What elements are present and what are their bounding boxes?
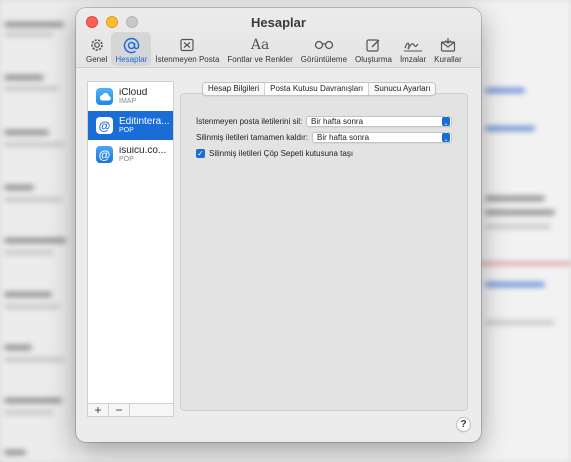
- background-line: [4, 142, 64, 147]
- account-type: IMAP: [119, 98, 137, 106]
- account-item-editintera[interactable]: @ Editintera... POP: [88, 111, 173, 140]
- window-title: Hesaplar: [251, 15, 306, 30]
- deleted-erase-label: Silinmiş iletileri tamamen kaldır:: [196, 133, 309, 142]
- background-line: [4, 250, 54, 255]
- background-line: [4, 304, 60, 309]
- move-to-trash-row: ✓ Silinmiş iletileri Çöp Sepeti kutusuna…: [196, 149, 353, 158]
- compose-icon: [365, 35, 381, 55]
- background-line: [485, 224, 551, 229]
- updown-chevron-icon: ⌃ ⌄: [442, 132, 450, 143]
- account-name: Editintera...: [119, 116, 170, 127]
- toolbar-tab-label: Fontlar ve Renkler: [227, 55, 293, 64]
- background-line: [4, 357, 64, 362]
- help-button[interactable]: ?: [456, 417, 471, 432]
- background-line: [4, 130, 49, 135]
- background-line: [4, 75, 44, 80]
- account-list-buttons: + −: [87, 403, 174, 417]
- account-item-isuicu[interactable]: @ isuicu.co... POP: [88, 140, 173, 169]
- background-line: [4, 185, 34, 190]
- junk-tray-icon: [179, 35, 195, 55]
- toolbar-tab-label: Oluşturma: [355, 55, 392, 64]
- background-line: [485, 126, 535, 131]
- toolbar-tab-signatures[interactable]: İmzalar: [396, 32, 430, 66]
- background-line: [4, 238, 66, 243]
- background-line: [485, 320, 555, 325]
- toolbar-tab-viewing[interactable]: Görüntüleme: [297, 32, 351, 66]
- preferences-window: Hesaplar Genel Hesaplar İstenmeyen Posta: [76, 8, 481, 442]
- at-icon: @: [96, 117, 113, 134]
- background-message-pane: [480, 0, 571, 462]
- toolbar-tab-label: Hesaplar: [115, 55, 148, 64]
- at-icon: @: [96, 146, 113, 163]
- junk-delete-label: İstenmeyen posta iletilerini sil:: [196, 117, 303, 126]
- junk-delete-value: Bir hafta sonra: [311, 117, 364, 126]
- toolbar-tab-label: Genel: [86, 55, 108, 64]
- background-line: [4, 410, 54, 415]
- account-name: iCloud: [119, 87, 148, 98]
- background-line: [4, 32, 54, 37]
- gear-icon: [89, 35, 105, 55]
- account-text: iCloud IMAP: [119, 88, 147, 106]
- add-account-button[interactable]: +: [88, 404, 109, 416]
- account-text: Editintera... POP: [119, 117, 170, 135]
- move-to-trash-label: Silinmiş iletileri Çöp Sepeti kutusuna t…: [209, 149, 354, 158]
- background-line: [485, 282, 545, 287]
- toolbar-tab-label: İstenmeyen Posta: [155, 55, 220, 64]
- background-line: [485, 196, 545, 201]
- account-name: isuicu.co...: [119, 145, 167, 156]
- icloud-icon: [96, 88, 113, 105]
- account-type: POP: [119, 156, 134, 164]
- background-line: [4, 22, 64, 27]
- glasses-icon: [314, 35, 334, 55]
- signature-icon: [403, 35, 423, 55]
- background-line: [480, 262, 571, 265]
- background-line: [4, 86, 59, 91]
- deleted-erase-select[interactable]: Bir hafta sonra ⌃ ⌄: [312, 132, 452, 143]
- toolbar-tab-label: İmzalar: [399, 55, 427, 64]
- segmented-tabs: Hesap Bilgileri Posta Kutusu Davranışlar…: [202, 82, 437, 96]
- background-line: [4, 398, 62, 403]
- deleted-erase-value: Bir hafta sonra: [317, 133, 370, 142]
- font-aa-icon: Aa: [250, 37, 270, 53]
- background-line: [4, 450, 26, 455]
- background-line: [485, 88, 525, 93]
- tab-server-settings[interactable]: Sunucu Ayarları: [369, 83, 435, 95]
- account-text: isuicu.co... POP: [119, 146, 166, 164]
- content-area: iCloud IMAP @ Editintera... POP @ isuicu…: [76, 69, 481, 442]
- junk-delete-select[interactable]: Bir hafta sonra ⌃ ⌄: [306, 116, 452, 127]
- toolbar-tab-junk-mail[interactable]: İstenmeyen Posta: [151, 32, 223, 66]
- account-list: iCloud IMAP @ Editintera... POP @ isuicu…: [87, 81, 174, 411]
- toolbar-tab-label: Kurallar: [434, 55, 462, 64]
- background-sidebar: [0, 0, 78, 462]
- toolbar-tab-composing[interactable]: Oluşturma: [351, 32, 396, 66]
- background-line: [4, 345, 32, 350]
- toolbar-tab-rules[interactable]: Kurallar: [430, 32, 466, 66]
- tab-mailbox-behaviors[interactable]: Posta Kutusu Davranışları: [265, 83, 370, 95]
- move-to-trash-checkbox[interactable]: ✓: [196, 149, 205, 158]
- toolbar: Genel Hesaplar İstenmeyen Posta Aa Fontl…: [82, 32, 475, 66]
- title-bar: Hesaplar Genel Hesaplar İstenmeyen Posta: [76, 8, 481, 68]
- tab-account-information[interactable]: Hesap Bilgileri: [203, 83, 266, 95]
- account-type: POP: [119, 127, 134, 135]
- junk-delete-row: İstenmeyen posta iletilerini sil: Bir ha…: [196, 116, 452, 127]
- updown-chevron-icon: ⌃ ⌄: [442, 116, 450, 127]
- deleted-erase-row: Silinmiş iletileri tamamen kaldır: Bir h…: [196, 132, 452, 143]
- background-line: [4, 197, 62, 202]
- background-line: [4, 292, 52, 297]
- toolbar-tab-accounts[interactable]: Hesaplar: [111, 32, 152, 66]
- rules-envelope-icon: [440, 35, 456, 55]
- toolbar-tab-label: Görüntüleme: [300, 55, 348, 64]
- toolbar-tab-general[interactable]: Genel: [82, 32, 111, 66]
- at-icon: [123, 35, 140, 55]
- remove-account-button[interactable]: −: [109, 404, 130, 416]
- toolbar-tab-fonts-colors[interactable]: Aa Fontlar ve Renkler: [223, 32, 296, 66]
- account-item-icloud[interactable]: iCloud IMAP: [88, 82, 173, 111]
- background-line: [485, 210, 555, 215]
